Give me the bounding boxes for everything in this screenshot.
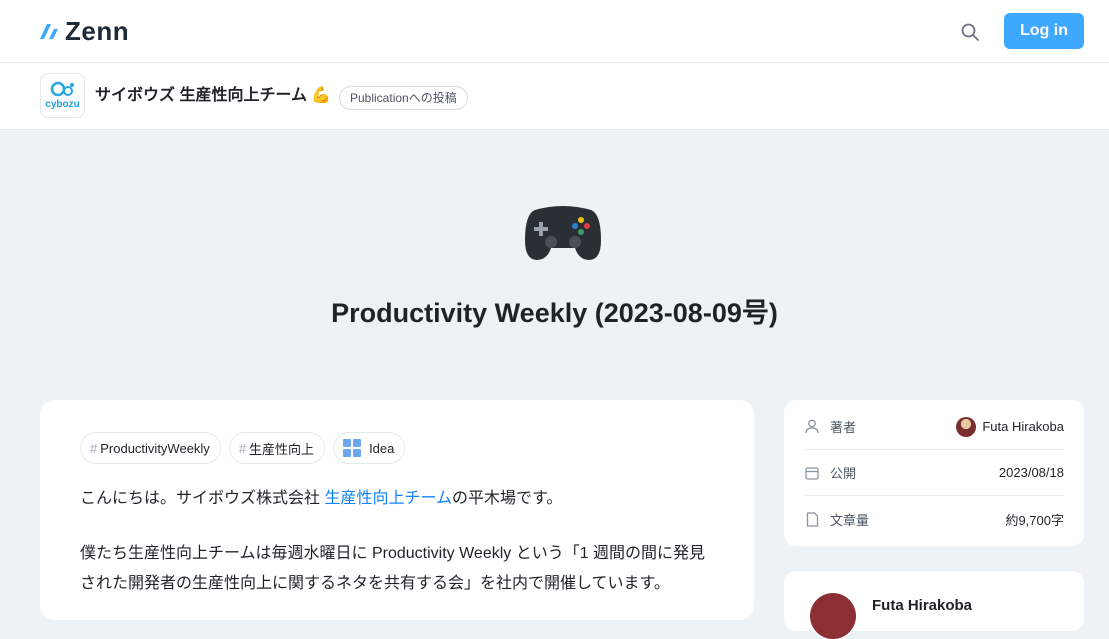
- author-row: 著者 Futa Hirakoba: [804, 404, 1064, 450]
- hash-icon: #: [238, 440, 247, 456]
- team-link[interactable]: 生産性向上チーム: [324, 490, 452, 507]
- publication-name[interactable]: サイボウズ 生産性向上チーム 💪: [95, 85, 331, 107]
- search-icon: [961, 23, 979, 41]
- intro-text-before: こんにちは。サイボウズ株式会社: [80, 490, 325, 507]
- author-label: 著者: [830, 420, 857, 435]
- author-link[interactable]: Futa Hirakoba: [956, 416, 1064, 437]
- zenn-logo-icon: [40, 24, 58, 39]
- topic-label: ProductivityWeekly: [100, 440, 210, 456]
- topic-productivityweekly[interactable]: # ProductivityWeekly: [80, 432, 221, 464]
- intro-paragraph: こんにちは。サイボウズ株式会社 生産性向上チームの平木場です。: [80, 484, 720, 514]
- topic-seisansei[interactable]: # 生産性向上: [228, 432, 326, 464]
- length-label: 文章量: [830, 512, 870, 528]
- avatar: [956, 416, 977, 437]
- topic-label: Idea: [369, 440, 395, 456]
- zenn-logo[interactable]: Zenn: [40, 18, 129, 44]
- cybozu-logo-icon: [50, 81, 74, 97]
- publication-logo[interactable]: cybozu: [40, 73, 85, 118]
- topic-list: # ProductivityWeekly # 生産性向上 Idea: [80, 432, 406, 464]
- login-button[interactable]: Log in: [1004, 13, 1084, 49]
- article-title: Productivity Weekly (2023-08-09号): [331, 298, 778, 328]
- top-header: Zenn Log in: [0, 0, 1109, 63]
- idea-icon: [343, 439, 362, 457]
- logo-text: Zenn: [65, 16, 130, 46]
- author-card: Futa Hirakoba: [784, 571, 1084, 639]
- publication-bar: cybozu サイボウズ 生産性向上チーム 💪: [0, 63, 1109, 130]
- publication-badge: Publicationへの投稿: [339, 86, 468, 110]
- hash-icon: #: [90, 440, 98, 456]
- article-body: # ProductivityWeekly # 生産性向上 Idea こんにちは。…: [40, 400, 754, 620]
- topic-idea[interactable]: Idea: [333, 432, 406, 464]
- length-value: 約9,700字: [1005, 512, 1064, 528]
- publication-logo-text: cybozu: [45, 99, 80, 110]
- topic-label: 生産性向上: [249, 441, 315, 457]
- search-button[interactable]: [957, 19, 983, 45]
- intro-text-after: の平木場です。: [451, 490, 563, 507]
- calendar-icon: [804, 465, 820, 481]
- document-icon: [804, 511, 820, 527]
- published-label: 公開: [830, 466, 857, 481]
- published-date: 2023/08/18: [998, 465, 1064, 480]
- length-row: 文章量 約9,700字: [804, 496, 1064, 542]
- published-row: 公開 2023/08/18: [804, 450, 1064, 496]
- user-icon: [804, 419, 820, 435]
- article-info-card: 著者 Futa Hirakoba 公開 2023/08/18 文章量 約9,70…: [784, 400, 1084, 546]
- author-name: Futa Hirakoba: [982, 419, 1064, 434]
- gamepad-icon: [523, 202, 603, 264]
- description-paragraph: 僕たち生産性向上チームは毎週水曜日に Productivity Weekly と…: [80, 545, 706, 592]
